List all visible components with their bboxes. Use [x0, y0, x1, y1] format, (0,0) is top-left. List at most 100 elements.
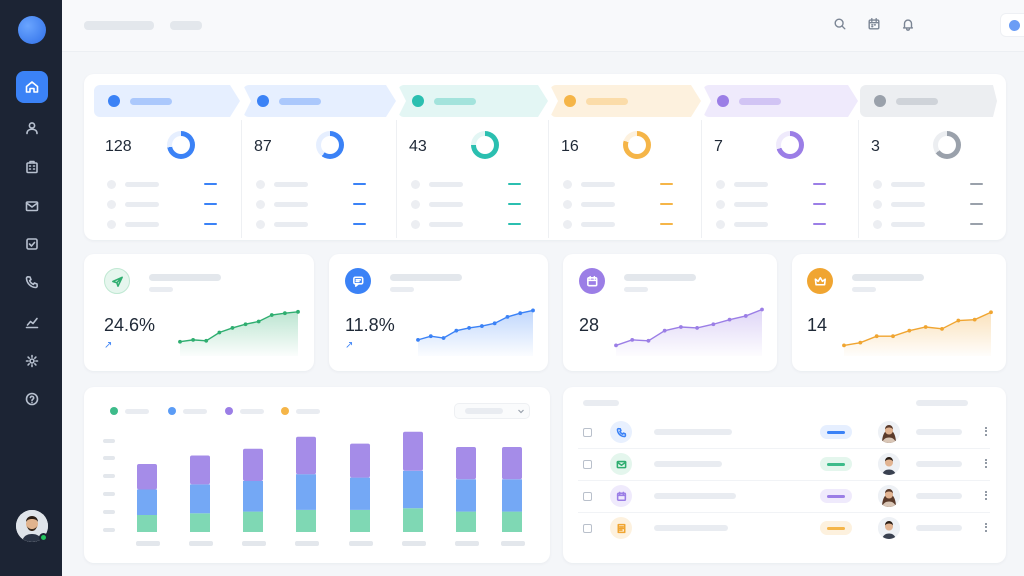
sidebar — [0, 0, 62, 576]
pipeline-stage-3[interactable] — [398, 85, 548, 117]
notifications-button[interactable] — [901, 17, 917, 33]
sidebar-item-companies[interactable] — [16, 151, 48, 183]
kpi-subtitle — [390, 287, 414, 292]
bar-segment[interactable] — [403, 431, 423, 471]
sidebar-item-settings[interactable] — [16, 345, 48, 377]
sparkline-area — [844, 312, 991, 356]
sidebar-item-calls[interactable] — [16, 266, 48, 298]
pipeline-stage-6[interactable] — [860, 85, 997, 117]
phone-icon — [616, 427, 626, 437]
row-more-menu[interactable] — [983, 425, 989, 439]
stage-row-label — [125, 182, 159, 187]
row-checkbox[interactable] — [583, 492, 592, 501]
sparkline-point — [891, 334, 895, 339]
x-tick-label — [402, 541, 426, 546]
activity-type-icon — [610, 421, 632, 443]
bar-segment[interactable] — [350, 443, 370, 478]
kpi-title — [149, 274, 221, 281]
bar-segment[interactable] — [456, 447, 476, 480]
owner-name — [916, 461, 962, 467]
search-button[interactable] — [833, 17, 849, 33]
pipeline-stage-5[interactable] — [703, 85, 858, 117]
row-more-menu[interactable] — [983, 521, 989, 535]
x-tick-label — [136, 541, 160, 546]
sidebar-item-tasks[interactable] — [16, 228, 48, 260]
bar-segment[interactable] — [243, 448, 263, 481]
sidebar-item-mail[interactable] — [16, 190, 48, 222]
sparkline-point — [630, 337, 635, 342]
bar-segment[interactable] — [502, 511, 522, 532]
bar-segment[interactable] — [190, 484, 210, 514]
app-logo[interactable] — [18, 16, 46, 44]
bar-segment[interactable] — [350, 477, 370, 510]
bar-segment[interactable] — [190, 455, 210, 485]
bar-segment[interactable] — [296, 474, 316, 510]
stage-row-label — [734, 202, 768, 207]
sidebar-item-analytics[interactable] — [16, 306, 48, 338]
sparkline-point — [479, 324, 484, 328]
bar-segment[interactable] — [456, 479, 476, 512]
stage-row-label — [429, 202, 463, 207]
row-checkbox[interactable] — [583, 524, 592, 533]
stage-row-dot — [411, 180, 420, 189]
stage-label — [279, 98, 321, 105]
bar-segment[interactable] — [502, 479, 522, 512]
profile-menu[interactable] — [1000, 13, 1024, 37]
sparkline-point — [940, 326, 944, 331]
row-more-menu[interactable] — [983, 489, 989, 503]
pipeline-stage-2[interactable] — [243, 85, 396, 117]
bar-segment[interactable] — [403, 508, 423, 532]
bar-segment[interactable] — [137, 464, 157, 490]
search-icon — [834, 18, 846, 30]
bar-segment[interactable] — [137, 489, 157, 516]
stage-row-label — [891, 202, 925, 207]
owner-avatar[interactable] — [878, 517, 900, 539]
bar-segment[interactable] — [456, 511, 476, 532]
pipeline-stage-1[interactable] — [94, 85, 240, 117]
status-badge — [820, 521, 852, 535]
bar-segment[interactable] — [350, 509, 370, 532]
sparkline-point — [416, 337, 420, 342]
stage-row-dot — [873, 200, 882, 209]
stage-progress-ring — [776, 131, 804, 159]
sidebar-item-contacts[interactable] — [16, 112, 48, 144]
pipeline-stage-4[interactable] — [550, 85, 701, 117]
row-checkbox[interactable] — [583, 428, 592, 437]
bar-segment[interactable] — [296, 509, 316, 532]
stage-row-value — [508, 183, 521, 185]
calendar-button[interactable] — [867, 17, 883, 33]
owner-avatar[interactable] — [878, 421, 900, 443]
bar-segment[interactable] — [190, 513, 210, 532]
stage-row-value — [970, 223, 983, 225]
stacked-bar-chart — [103, 431, 525, 546]
bar-segment[interactable] — [243, 481, 263, 512]
sparkline-point — [695, 326, 700, 330]
stage-row-value — [660, 203, 673, 205]
stage-row-label — [274, 182, 308, 187]
trend-up-icon: ↗ — [104, 340, 113, 351]
stage-divider — [548, 120, 549, 238]
breadcrumb-sub — [170, 21, 202, 30]
sidebar-item-help[interactable] — [16, 383, 48, 415]
kpi-icon-badge — [345, 268, 371, 294]
bar-segment[interactable] — [137, 515, 157, 532]
bar-segment[interactable] — [403, 470, 423, 509]
row-checkbox[interactable] — [583, 460, 592, 469]
sparkline-area — [180, 311, 298, 356]
sparkline-point — [662, 328, 667, 333]
stage-row-value — [204, 183, 217, 185]
sparkline-point — [842, 343, 846, 348]
bar-segment[interactable] — [502, 447, 522, 480]
building-icon — [26, 160, 38, 174]
owner-avatar[interactable] — [878, 485, 900, 507]
stage-divider — [701, 120, 702, 238]
stage-label — [130, 98, 172, 105]
bar-segment[interactable] — [296, 436, 316, 475]
sidebar-item-home[interactable] — [16, 71, 48, 103]
bar-segment[interactable] — [243, 511, 263, 532]
owner-avatar[interactable] — [878, 453, 900, 475]
stage-row-label — [125, 202, 159, 207]
row-more-menu[interactable] — [983, 457, 989, 471]
activity-title — [654, 429, 732, 435]
stage-row-label — [274, 222, 308, 227]
